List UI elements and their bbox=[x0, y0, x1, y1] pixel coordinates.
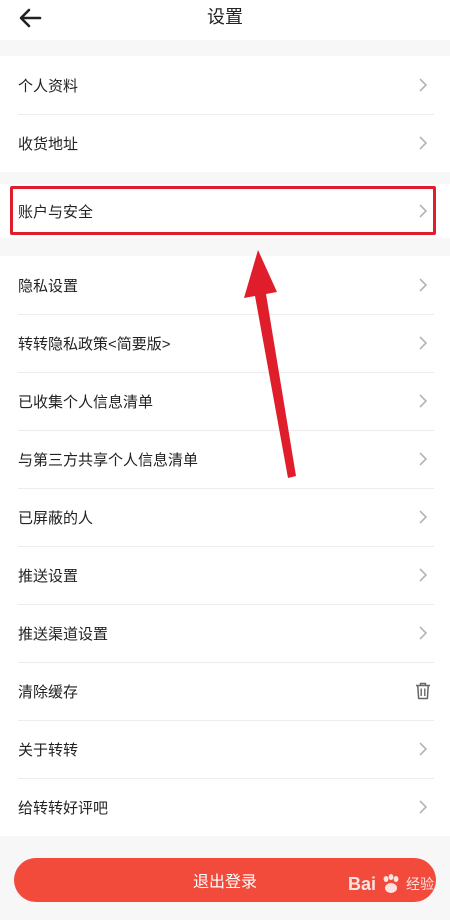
settings-item-blocked-users[interactable]: 已屏蔽的人 bbox=[0, 488, 450, 546]
chevron-right-icon bbox=[416, 135, 430, 151]
settings-item-label: 账户与安全 bbox=[18, 203, 94, 221]
settings-item-label: 已屏蔽的人 bbox=[18, 509, 94, 527]
settings-item-privacy-policy[interactable]: 转转隐私政策<简要版> bbox=[0, 314, 450, 372]
settings-item-label: 推送设置 bbox=[18, 567, 79, 585]
settings-item-push-channel[interactable]: 推送渠道设置 bbox=[0, 604, 450, 662]
settings-item-label: 已收集个人信息清单 bbox=[18, 393, 154, 411]
settings-item-label: 清除缓存 bbox=[18, 683, 79, 701]
settings-item-label: 个人资料 bbox=[18, 77, 79, 95]
settings-item-rate-app[interactable]: 给转转好评吧 bbox=[0, 778, 450, 836]
settings-item-label: 收货地址 bbox=[18, 135, 79, 153]
settings-section-profile: 个人资料 收货地址 bbox=[0, 56, 450, 172]
settings-section-general: 隐私设置 转转隐私政策<简要版> 已收集个人信息清单 与第三方共享个人信息清单 … bbox=[0, 256, 450, 836]
chevron-right-icon bbox=[416, 277, 430, 293]
chevron-right-icon bbox=[416, 393, 430, 409]
settings-item-label: 关于转转 bbox=[18, 741, 79, 759]
chevron-right-icon bbox=[416, 741, 430, 757]
trash-icon[interactable] bbox=[414, 681, 432, 701]
chevron-right-icon bbox=[416, 77, 430, 93]
logout-button[interactable]: 退出登录 bbox=[14, 858, 436, 902]
settings-item-profile[interactable]: 个人资料 bbox=[0, 56, 450, 114]
settings-item-shared-info[interactable]: 与第三方共享个人信息清单 bbox=[0, 430, 450, 488]
settings-item-clear-cache[interactable]: 清除缓存 bbox=[0, 662, 450, 720]
chevron-right-icon bbox=[416, 335, 430, 351]
chevron-right-icon bbox=[416, 799, 430, 815]
page-title: 设置 bbox=[207, 7, 243, 27]
settings-item-privacy[interactable]: 隐私设置 bbox=[0, 256, 450, 314]
header-bar: 设置 bbox=[0, 0, 450, 40]
settings-section-account: 账户与安全 bbox=[0, 184, 450, 238]
settings-item-label: 转转隐私政策<简要版> bbox=[18, 335, 171, 353]
chevron-right-icon bbox=[416, 625, 430, 641]
settings-item-label: 隐私设置 bbox=[18, 277, 79, 295]
settings-item-label: 给转转好评吧 bbox=[18, 799, 109, 817]
settings-item-address[interactable]: 收货地址 bbox=[0, 114, 450, 172]
chevron-right-icon bbox=[416, 567, 430, 583]
settings-item-about[interactable]: 关于转转 bbox=[0, 720, 450, 778]
settings-item-collected-info[interactable]: 已收集个人信息清单 bbox=[0, 372, 450, 430]
chevron-right-icon bbox=[416, 203, 430, 219]
settings-item-push[interactable]: 推送设置 bbox=[0, 546, 450, 604]
settings-item-label: 推送渠道设置 bbox=[18, 625, 109, 643]
settings-item-account-security[interactable]: 账户与安全 bbox=[0, 184, 450, 238]
chevron-right-icon bbox=[416, 451, 430, 467]
settings-item-label: 与第三方共享个人信息清单 bbox=[18, 451, 199, 469]
chevron-right-icon bbox=[416, 509, 430, 525]
